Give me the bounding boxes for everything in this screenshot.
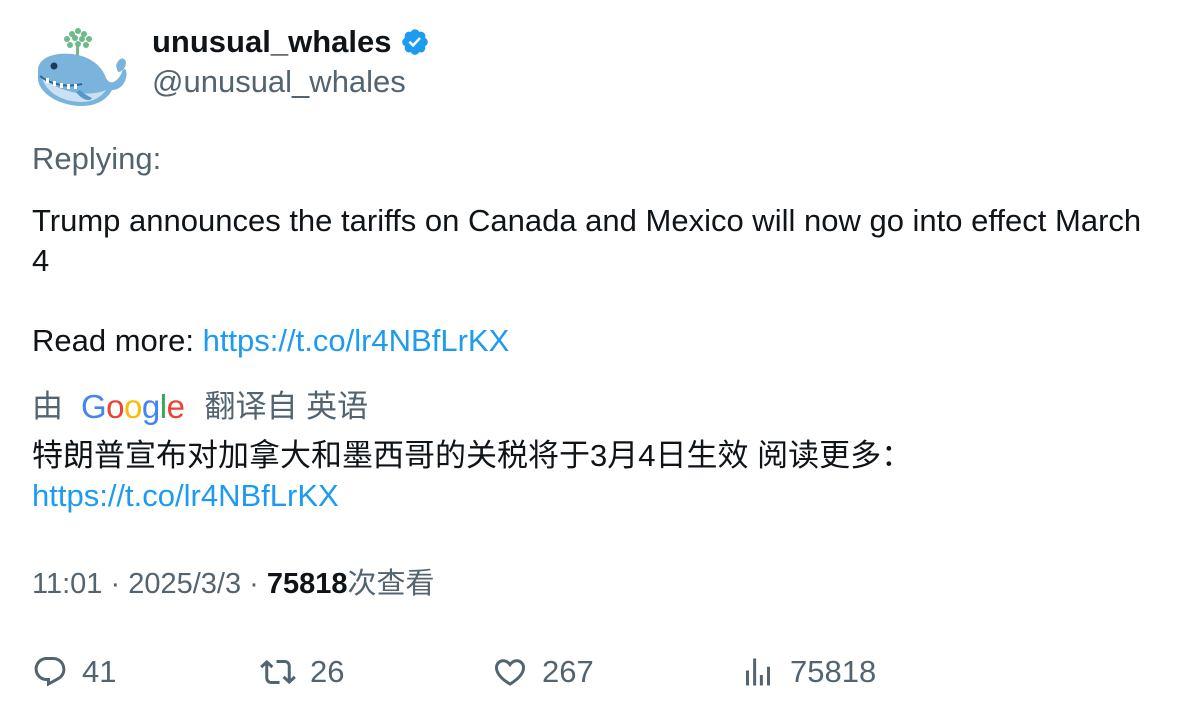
tweet-link[interactable]: https://t.co/lr4NBfLrKX [203,323,510,358]
display-name-row: unusual_whales [152,22,430,62]
reply-icon [34,657,66,687]
meta-separator: · [241,568,267,600]
translated-text: 特朗普宣布对加拿大和墨西哥的关税将于3月4日生效 阅读更多： https://t… [32,436,1152,516]
translated-from-label[interactable]: 翻译自 英语 [204,387,368,427]
verified-badge-icon[interactable] [400,27,430,57]
translated-text-line: 特朗普宣布对加拿大和墨西哥的关税将于3月4日生效 阅读更多： [32,438,913,473]
tweet-date[interactable]: 2025/3/3 [128,568,241,600]
retweet-count: 26 [310,654,345,689]
tweet-meta: 11:01 · 2025/3/3 · 75818次查看 [32,564,435,604]
action-bar: 41 26 267 75818 [32,650,1152,694]
avatar[interactable] [32,26,128,112]
views-button[interactable]: 75818 [740,650,876,694]
user-handle[interactable]: @unusual_whales [152,62,406,102]
translated-link[interactable]: https://t.co/lr4NBfLrKX [32,478,339,513]
analytics-icon [746,658,770,686]
retweet-icon [260,659,296,685]
like-count: 267 [542,654,594,689]
views-count: 75818 [266,568,348,600]
translated-by-label: 由 [32,389,63,424]
translation-attribution: 由 Google 翻译自 英语 [32,387,368,427]
tweet-read-more: Read more: https://t.co/lr4NBfLrKX [32,321,1152,361]
tweet-text: Trump announces the tariffs on Canada an… [32,201,1152,361]
display-name[interactable]: unusual_whales [152,22,391,62]
tweet-text-line: Trump announces the tariffs on Canada an… [32,203,1142,278]
views-label: 次查看 [347,568,435,600]
read-more-label: Read more: [32,323,203,358]
views-action-count: 75818 [790,654,877,689]
like-button[interactable]: 267 [492,650,594,694]
reply-button[interactable]: 41 [32,650,116,694]
heart-icon [494,659,526,686]
meta-separator: · [102,568,129,600]
replying-label: Replying: [32,141,162,176]
tweet-time[interactable]: 11:01 [32,568,102,600]
whale-logo-icon [38,28,127,106]
reply-count: 41 [82,654,117,689]
retweet-button[interactable]: 26 [260,650,344,694]
google-logo-icon: Google [81,388,185,425]
